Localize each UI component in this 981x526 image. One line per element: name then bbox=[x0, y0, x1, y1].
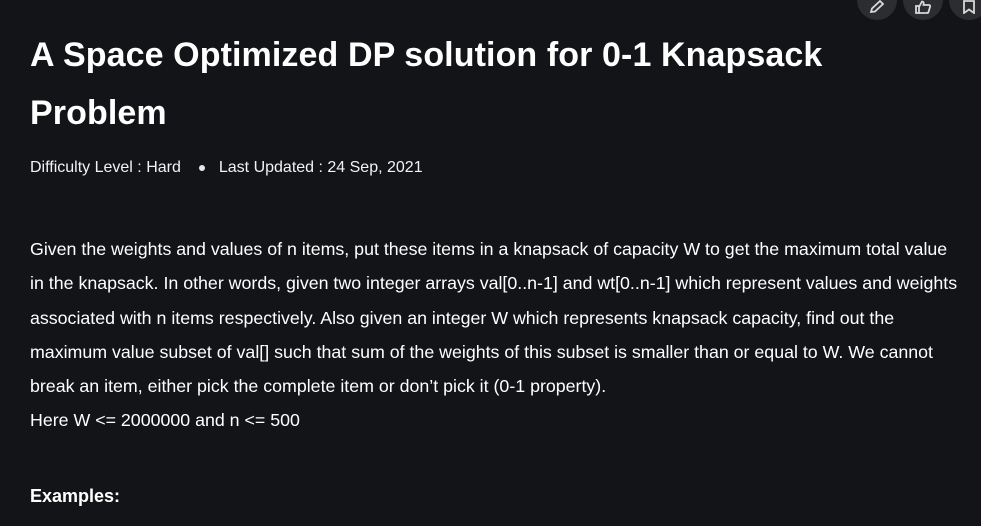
edit-button[interactable] bbox=[857, 0, 897, 20]
article-body: Given the weights and values of n items,… bbox=[30, 232, 960, 438]
bookmark-icon bbox=[963, 0, 975, 14]
like-icon bbox=[915, 0, 931, 14]
edit-icon bbox=[869, 0, 885, 14]
examples-heading: Examples: bbox=[30, 486, 121, 506]
article-title: A Space Optimized DP solution for 0-1 Kn… bbox=[30, 36, 823, 132]
article-page: A Space Optimized DP solution for 0-1 Kn… bbox=[0, 0, 981, 526]
article-toolbar bbox=[857, 0, 981, 20]
problem-constraint: Here W <= 2000000 and n <= 500 bbox=[30, 410, 300, 431]
bookmark-button[interactable] bbox=[949, 0, 981, 20]
difficulty-level: Difficulty Level : Hard bbox=[30, 159, 181, 176]
meta-separator-dot bbox=[198, 165, 205, 171]
problem-description: Given the weights and values of n items,… bbox=[30, 239, 958, 397]
last-updated: Last Updated : 24 Sep, 2021 bbox=[218, 159, 423, 176]
article-meta: Difficulty Level : Hard Last Updated : 2… bbox=[30, 159, 423, 177]
like-button[interactable] bbox=[903, 0, 943, 20]
